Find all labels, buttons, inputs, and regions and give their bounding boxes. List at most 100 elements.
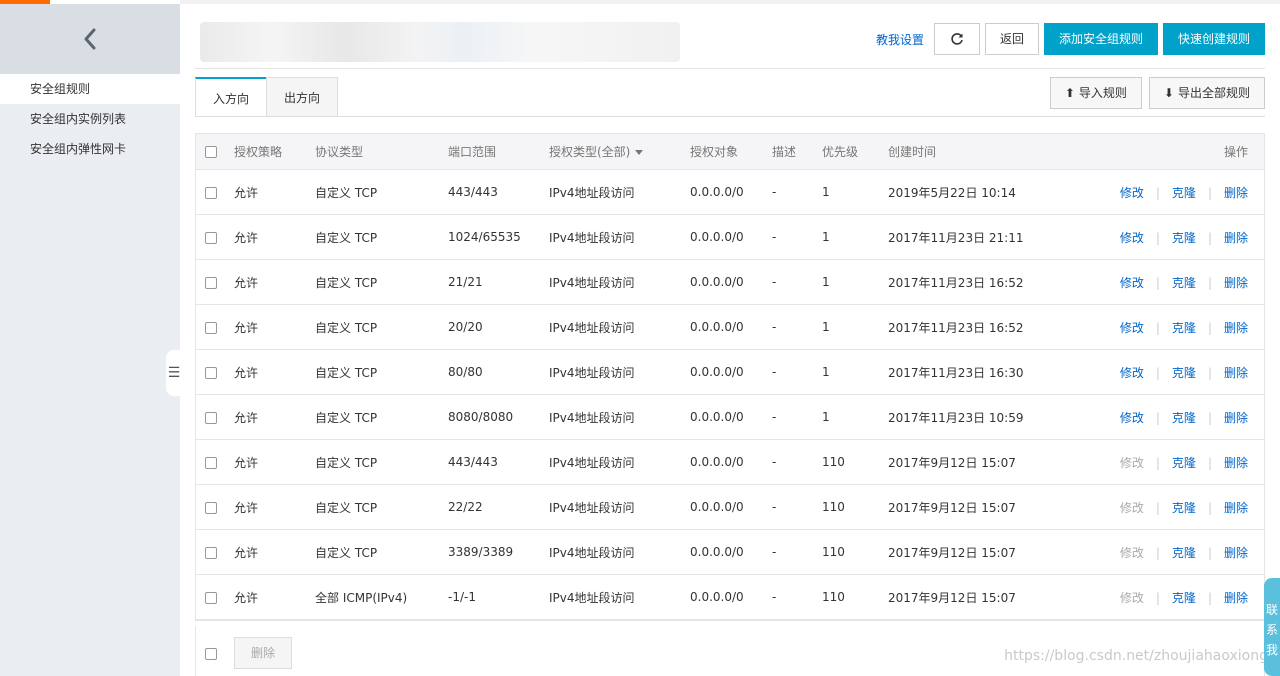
edit-link[interactable]: 修改 bbox=[1120, 366, 1144, 380]
delete-link[interactable]: 删除 bbox=[1224, 321, 1248, 335]
tab-direction[interactable]: 入方向 bbox=[195, 77, 268, 117]
export-rules-label: 导出全部规则 bbox=[1177, 86, 1250, 100]
edit-link[interactable]: 修改 bbox=[1120, 411, 1144, 425]
direction-tabs: 入方向 出方向 bbox=[195, 77, 339, 117]
row-actions: 修改 | 克隆 | 删除 bbox=[1108, 319, 1264, 336]
delete-link[interactable]: 删除 bbox=[1224, 501, 1248, 515]
cell-port: 1024/65535 bbox=[448, 230, 521, 244]
refresh-button[interactable] bbox=[933, 23, 980, 55]
cell-protocol: 自定义 TCP bbox=[315, 410, 378, 425]
clone-link[interactable]: 克隆 bbox=[1172, 501, 1196, 515]
edit-link[interactable]: 修改 bbox=[1120, 231, 1144, 245]
action-separator: | bbox=[1155, 590, 1160, 605]
clone-link[interactable]: 克隆 bbox=[1172, 231, 1196, 245]
action-separator: | bbox=[1207, 365, 1212, 380]
row-checkbox[interactable] bbox=[205, 276, 217, 289]
header-description: 描述 bbox=[772, 145, 797, 159]
edit-link[interactable]: 修改 bbox=[1120, 546, 1144, 560]
clone-link[interactable]: 克隆 bbox=[1172, 321, 1196, 335]
delete-link[interactable]: 删除 bbox=[1224, 456, 1248, 470]
delete-link[interactable]: 删除 bbox=[1224, 546, 1248, 560]
cell-priority: 1 bbox=[822, 365, 830, 379]
cell-created: 2017年9月12日 15:07 bbox=[888, 590, 1016, 605]
action-separator: | bbox=[1155, 275, 1160, 290]
cell-auth-type: IPv4地址段访问 bbox=[549, 365, 635, 380]
export-rules-button[interactable]: ⬇ 导出全部规则 bbox=[1148, 77, 1265, 109]
header-auth-type-filter[interactable]: 授权类型(全部) bbox=[549, 143, 690, 160]
sidebar-item[interactable]: 安全组内实例列表 bbox=[0, 104, 180, 134]
delete-link[interactable]: 删除 bbox=[1224, 366, 1248, 380]
quick-create-button[interactable]: 快速创建规则 bbox=[1162, 23, 1265, 55]
delete-link[interactable]: 删除 bbox=[1224, 231, 1248, 245]
cell-policy: 允许 bbox=[234, 500, 259, 515]
import-export-group: ⬆ 导入规则 ⬇ 导出全部规则 bbox=[1043, 77, 1265, 109]
row-checkbox[interactable] bbox=[205, 366, 217, 379]
back-text-button[interactable]: 返回 bbox=[984, 23, 1039, 55]
import-rules-button[interactable]: ⬆ 导入规则 bbox=[1049, 77, 1142, 109]
row-checkbox[interactable] bbox=[205, 501, 217, 514]
cell-created: 2017年11月23日 16:52 bbox=[888, 275, 1024, 290]
cell-created: 2017年11月23日 10:59 bbox=[888, 410, 1024, 425]
select-all-checkbox[interactable] bbox=[205, 146, 217, 158]
refresh-icon bbox=[951, 33, 963, 45]
edit-link[interactable]: 修改 bbox=[1120, 501, 1144, 515]
row-checkbox[interactable] bbox=[205, 231, 217, 244]
batch-delete-button[interactable]: 删除 bbox=[234, 637, 293, 669]
cell-auth-type: IPv4地址段访问 bbox=[549, 500, 635, 515]
row-checkbox[interactable] bbox=[205, 186, 217, 199]
edit-link[interactable]: 修改 bbox=[1120, 456, 1144, 470]
cell-protocol: 自定义 TCP bbox=[315, 500, 378, 515]
cell-created: 2017年11月23日 16:52 bbox=[888, 320, 1024, 335]
tab-direction[interactable]: 出方向 bbox=[266, 77, 339, 117]
cell-protocol: 自定义 TCP bbox=[315, 275, 378, 290]
clone-link[interactable]: 克隆 bbox=[1172, 456, 1196, 470]
cell-policy: 允许 bbox=[234, 230, 259, 245]
row-checkbox[interactable] bbox=[205, 321, 217, 334]
cell-description: - bbox=[772, 230, 777, 244]
row-checkbox[interactable] bbox=[205, 546, 217, 559]
edit-link[interactable]: 修改 bbox=[1120, 186, 1144, 200]
cell-auth-type: IPv4地址段访问 bbox=[549, 590, 635, 605]
cell-description: - bbox=[772, 410, 777, 424]
clone-link[interactable]: 克隆 bbox=[1172, 366, 1196, 380]
table-row: 允许 自定义 TCP 22/22 IPv4地址段访问 0.0.0.0/0 - 110 2017… bbox=[196, 485, 1264, 530]
cell-auth-object: 0.0.0.0/0 bbox=[690, 545, 744, 559]
cell-port: -1/-1 bbox=[448, 590, 476, 604]
edit-link[interactable]: 修改 bbox=[1120, 321, 1144, 335]
edit-link[interactable]: 修改 bbox=[1120, 591, 1144, 605]
delete-link[interactable]: 删除 bbox=[1224, 591, 1248, 605]
cell-auth-type: IPv4地址段访问 bbox=[549, 185, 635, 200]
row-checkbox[interactable] bbox=[205, 591, 217, 604]
cell-port: 22/22 bbox=[448, 500, 483, 514]
delete-link[interactable]: 删除 bbox=[1224, 411, 1248, 425]
cell-auth-object: 0.0.0.0/0 bbox=[690, 365, 744, 379]
cell-port: 21/21 bbox=[448, 275, 483, 289]
row-checkbox[interactable] bbox=[205, 456, 217, 469]
page-title-redacted bbox=[200, 22, 680, 62]
action-separator: | bbox=[1207, 185, 1212, 200]
sidebar-item[interactable]: 安全组规则 bbox=[0, 74, 180, 104]
add-rule-button[interactable]: 添加安全组规则 bbox=[1043, 23, 1158, 55]
clone-link[interactable]: 克隆 bbox=[1172, 186, 1196, 200]
cell-policy: 允许 bbox=[234, 545, 259, 560]
sidebar-collapse-toggle[interactable]: ☰ bbox=[166, 350, 182, 396]
clone-link[interactable]: 克隆 bbox=[1172, 591, 1196, 605]
download-icon: ⬇ bbox=[1163, 86, 1174, 100]
delete-link[interactable]: 删除 bbox=[1224, 276, 1248, 290]
clone-link[interactable]: 克隆 bbox=[1172, 546, 1196, 560]
table-row: 允许 自定义 TCP 443/443 IPv4地址段访问 0.0.0.0/0 - 1 2019… bbox=[196, 170, 1264, 215]
sidebar: 安全组规则 安全组内实例列表 安全组内弹性网卡 bbox=[0, 4, 180, 676]
contact-widget[interactable]: 联系我 bbox=[1264, 578, 1280, 676]
tutorial-link[interactable]: 教我设置 bbox=[876, 31, 924, 48]
delete-link[interactable]: 删除 bbox=[1224, 186, 1248, 200]
clone-link[interactable]: 克隆 bbox=[1172, 276, 1196, 290]
cell-auth-object: 0.0.0.0/0 bbox=[690, 455, 744, 469]
row-checkbox[interactable] bbox=[205, 411, 217, 424]
sidebar-item[interactable]: 安全组内弹性网卡 bbox=[0, 134, 180, 164]
footer-select-all-checkbox[interactable] bbox=[205, 647, 217, 660]
edit-link[interactable]: 修改 bbox=[1120, 276, 1144, 290]
action-separator: | bbox=[1207, 545, 1212, 560]
back-button[interactable] bbox=[0, 4, 180, 74]
clone-link[interactable]: 克隆 bbox=[1172, 411, 1196, 425]
cell-auth-type: IPv4地址段访问 bbox=[549, 275, 635, 290]
